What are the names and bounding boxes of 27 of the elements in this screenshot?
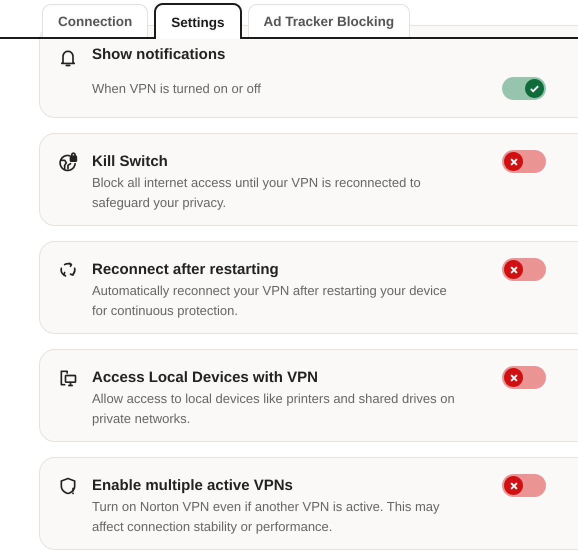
cross-icon (508, 264, 518, 274)
setting-title: Kill Switch (92, 153, 168, 170)
toggle-switch[interactable] (502, 366, 546, 389)
tab[interactable]: Settings (154, 3, 242, 39)
setting-description: Allow access to local devices like printers and shared drives on private networks. (92, 390, 456, 428)
setting-title: Enable multiple active VPNs (92, 477, 293, 494)
bell-icon (58, 48, 78, 68)
toggle-switch[interactable] (502, 150, 546, 173)
cross-icon (508, 372, 518, 382)
setting-description: Automatically reconnect your VPN after restarting your device for continuous protection. (92, 282, 448, 320)
cross-icon (508, 480, 518, 490)
tab[interactable]: Connection (42, 4, 148, 37)
setting-title: Reconnect after restarting (92, 261, 279, 278)
toggle-switch[interactable] (502, 258, 546, 281)
devices-icon (58, 368, 78, 388)
check-icon (529, 83, 540, 94)
toggle-switch[interactable] (502, 474, 546, 497)
setting-title: Access Local Devices with VPN (92, 369, 318, 386)
toggle-switch[interactable] (502, 77, 546, 100)
globe-lock-icon (58, 152, 78, 172)
tab[interactable]: Ad Tracker Blocking (248, 4, 410, 37)
setting-description: Block all internet access until your VPN is reconnected to safeguard your privacy. (92, 174, 422, 212)
shield-icon (58, 476, 78, 496)
cross-icon (508, 156, 518, 166)
setting-description: When VPN is turned on or off (92, 80, 261, 98)
setting-description: Turn on Norton VPN even if another VPN is active. This may affect connection stability or performance. (92, 498, 441, 536)
setting-title: Show notifications (92, 46, 226, 63)
